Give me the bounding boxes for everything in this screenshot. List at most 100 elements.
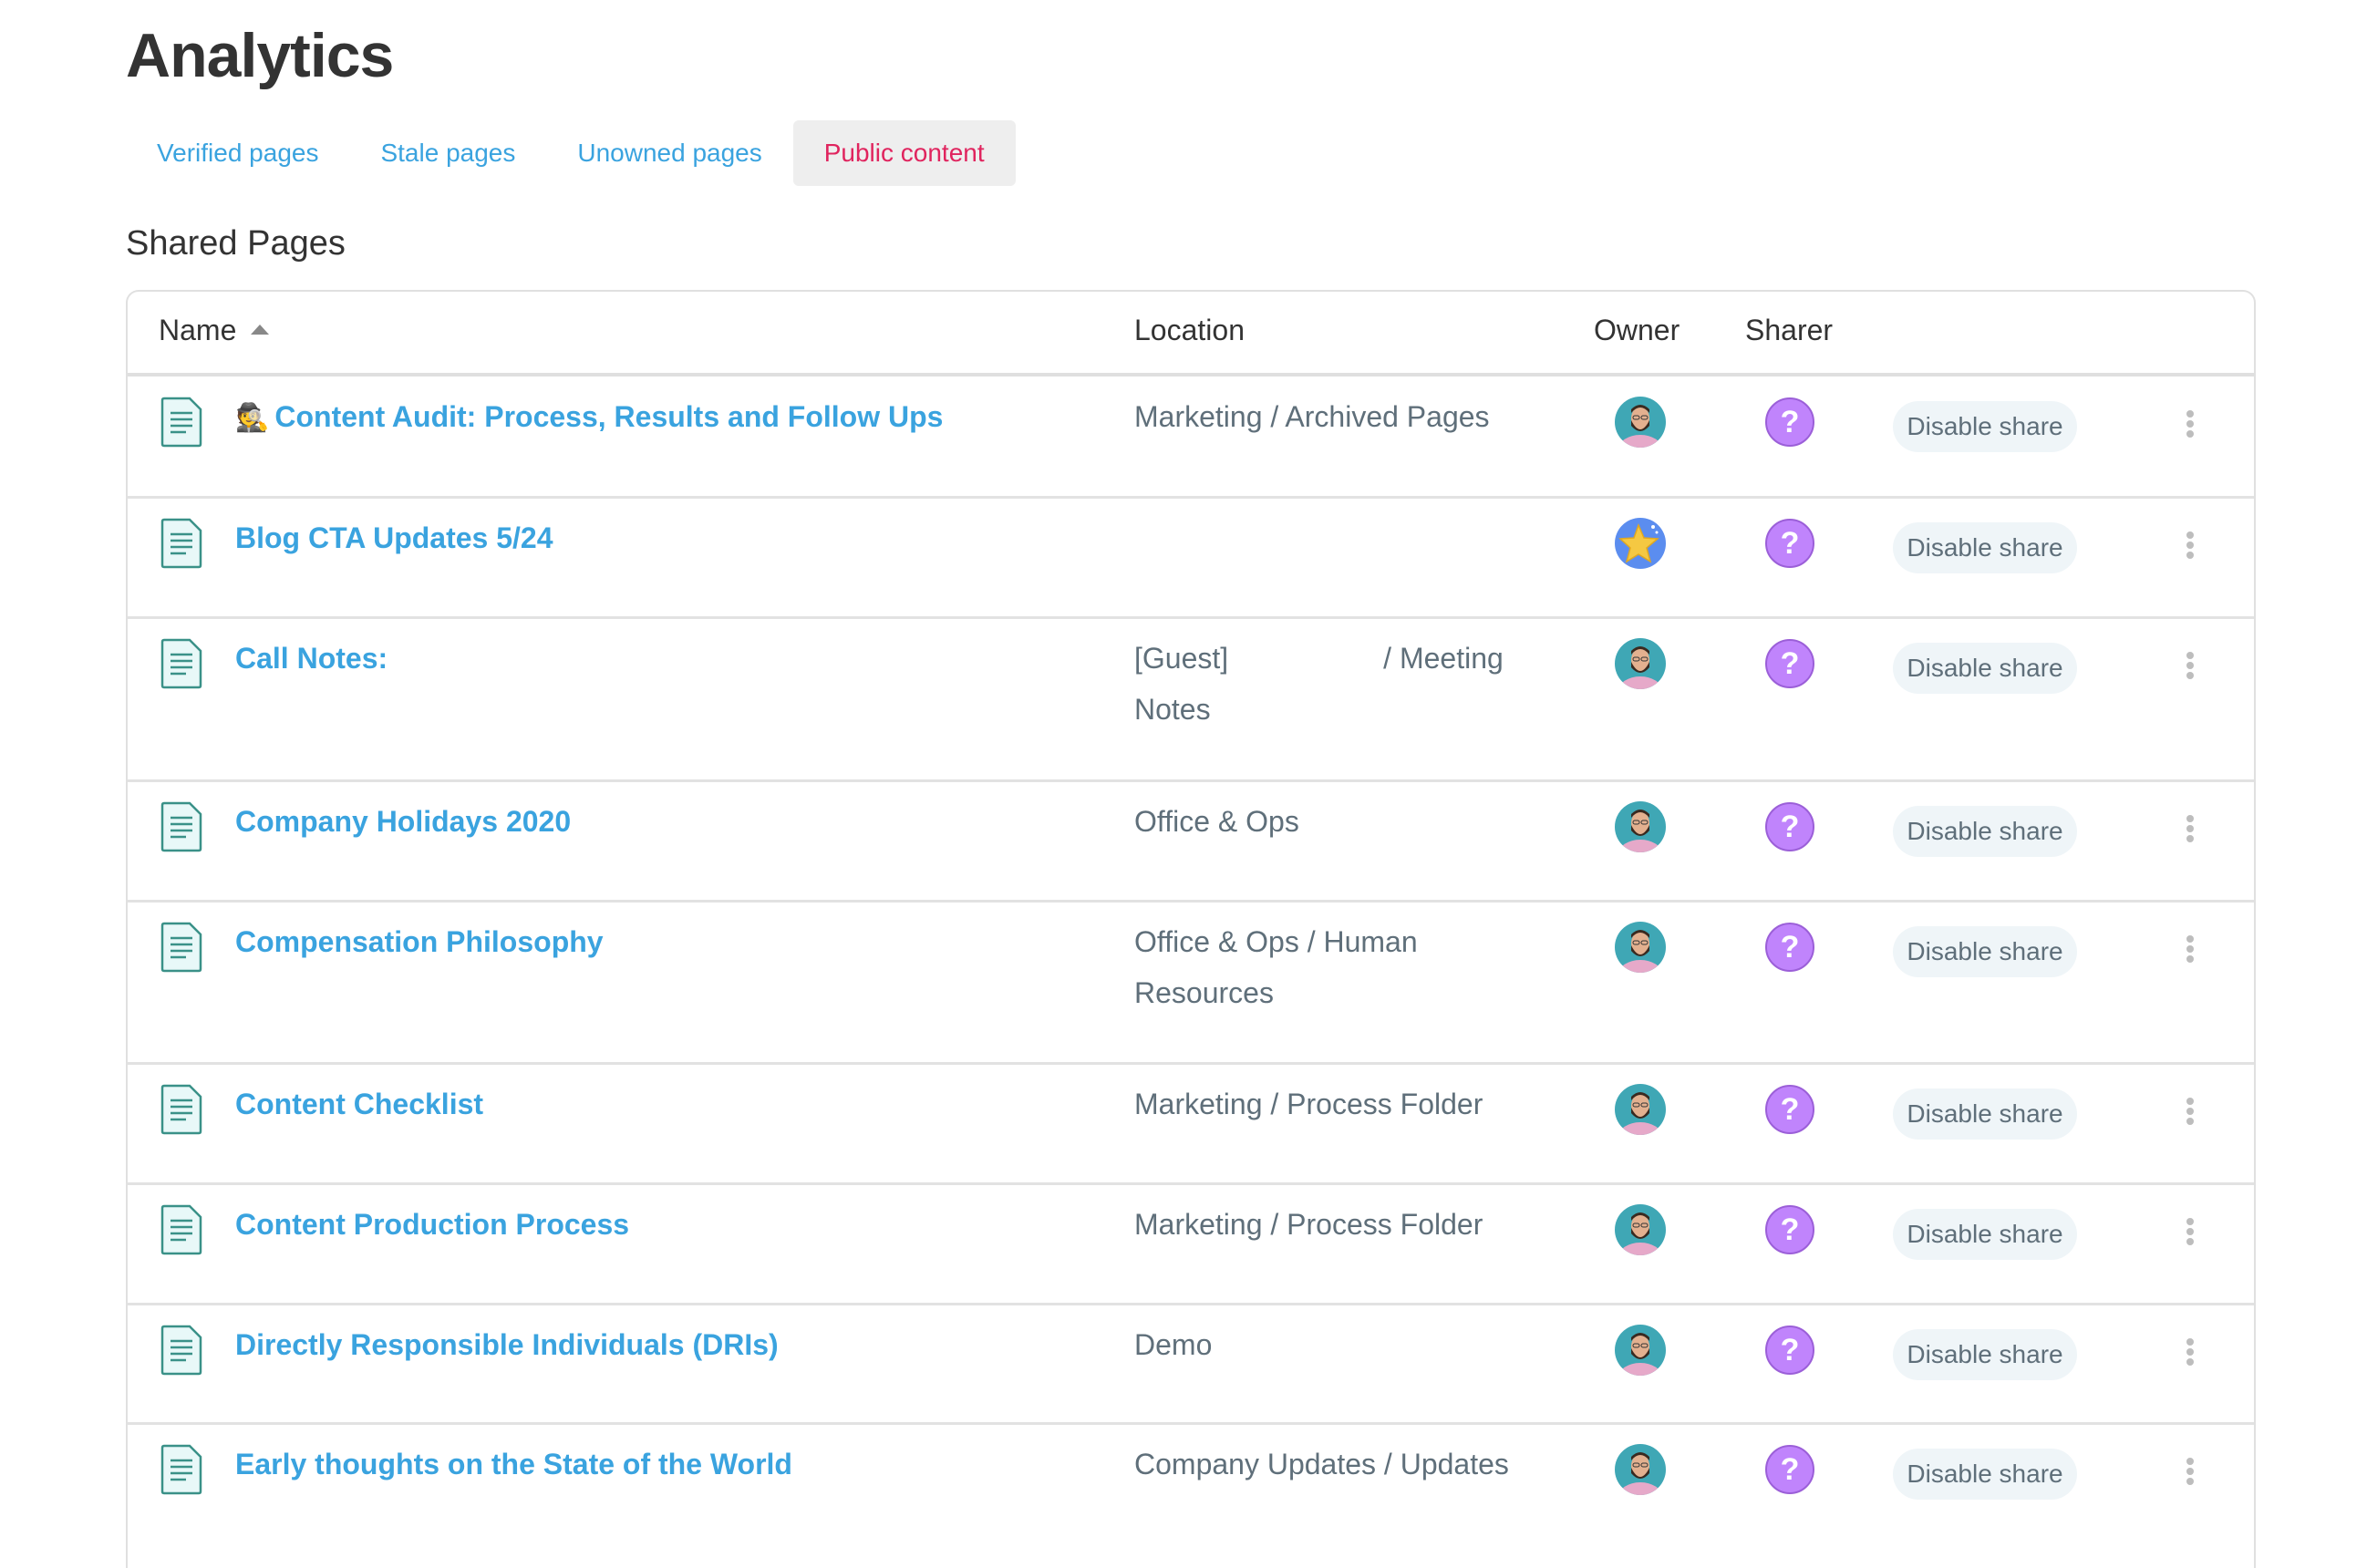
page-name: Content Audit: Process, Results and Foll…	[274, 400, 944, 433]
owner-avatar[interactable]	[1615, 1325, 1666, 1376]
svg-text:?: ?	[1781, 1452, 1800, 1487]
svg-text:?: ?	[1781, 810, 1800, 844]
document-icon	[160, 518, 202, 569]
page-link[interactable]: Blog CTA Updates 5/24	[235, 521, 553, 555]
more-options-kebab-icon[interactable]	[2179, 1455, 2201, 1491]
unknown-sharer-question-icon: ?	[1764, 397, 1815, 448]
page-name: Compensation Philosophy	[235, 925, 604, 958]
analytics-tabs: Verified pages Stale pages Unowned pages…	[126, 120, 1016, 186]
table-row: Directly Responsible Individuals (DRIs) D…	[128, 1303, 2254, 1425]
column-header-name[interactable]: Name	[159, 314, 270, 347]
disable-share-button[interactable]: Disable share	[1893, 806, 2077, 857]
unknown-sharer-question-icon: ?	[1764, 801, 1815, 852]
location-part: [Guest]	[1134, 642, 1229, 675]
tab-verified-pages[interactable]: Verified pages	[126, 120, 349, 186]
shared-pages-table: Name Location Owner Sharer 🕵️ Content Aud…	[126, 290, 2256, 1568]
table-row: Blog CTA Updates 5/24? Disable share	[128, 496, 2254, 619]
location-cell: Demo	[1134, 1328, 1213, 1361]
svg-text:?: ?	[1781, 646, 1800, 681]
disable-share-button[interactable]: Disable share	[1893, 522, 2077, 573]
column-header-owner[interactable]: Owner	[1594, 314, 1680, 347]
column-header-location[interactable]: Location	[1134, 314, 1245, 347]
svg-text:?: ?	[1781, 930, 1800, 965]
document-icon	[160, 1204, 202, 1255]
document-icon	[160, 801, 202, 852]
page-name: Call Notes:	[235, 642, 388, 675]
page-link[interactable]: Content Checklist	[235, 1088, 483, 1121]
document-icon	[160, 638, 202, 689]
location-cell: Company Updates / Updates	[1134, 1448, 1509, 1480]
svg-text:?: ?	[1781, 405, 1800, 439]
more-options-kebab-icon[interactable]	[2179, 933, 2201, 969]
table-row: Content Production Process Marketing / Pr…	[128, 1182, 2254, 1305]
disable-share-button[interactable]: Disable share	[1893, 1329, 2077, 1380]
page-link[interactable]: Content Production Process	[235, 1208, 629, 1242]
more-options-kebab-icon[interactable]	[2179, 529, 2201, 565]
unknown-sharer-question-icon: ?	[1764, 1444, 1815, 1495]
unknown-sharer-question-icon: ?	[1764, 518, 1815, 569]
document-icon	[160, 1325, 202, 1376]
unknown-sharer-question-icon: ?	[1764, 1325, 1815, 1376]
location-cell: Office & Ops	[1134, 805, 1299, 838]
unknown-sharer-question-icon: ?	[1764, 1204, 1815, 1255]
page-link[interactable]: Early thoughts on the State of the World	[235, 1448, 792, 1481]
more-options-kebab-icon[interactable]	[2179, 649, 2201, 686]
page-name: Early thoughts on the State of the World	[235, 1448, 792, 1480]
owner-avatar[interactable]	[1615, 922, 1666, 973]
more-options-kebab-icon[interactable]	[2179, 407, 2201, 444]
table-row: Compensation Philosophy Office & Ops / Hu…	[128, 900, 2254, 1065]
owner-avatar[interactable]	[1615, 518, 1666, 569]
owner-avatar[interactable]	[1615, 397, 1666, 448]
owner-avatar[interactable]	[1615, 1204, 1666, 1255]
tab-unowned-pages[interactable]: Unowned pages	[546, 120, 792, 186]
unknown-sharer-question-icon: ?	[1764, 638, 1815, 689]
table-header: Name Location Owner Sharer	[128, 292, 2254, 377]
disable-share-button[interactable]: Disable share	[1893, 1088, 2077, 1140]
document-icon	[160, 1084, 202, 1135]
table-row: Company Holidays 2020 Office & Ops? Disabl…	[128, 779, 2254, 903]
svg-text:?: ?	[1781, 1092, 1800, 1127]
tab-public-content[interactable]: Public content	[792, 120, 1016, 186]
disable-share-button[interactable]: Disable share	[1893, 1209, 2077, 1260]
table-row: Content Checklist Marketing / Process Fol…	[128, 1062, 2254, 1185]
more-options-kebab-icon[interactable]	[2179, 1095, 2201, 1131]
column-header-name-label: Name	[159, 314, 237, 346]
page-link[interactable]: Company Holidays 2020	[235, 805, 571, 839]
location-cell: Marketing / Archived Pages	[1134, 400, 1490, 433]
page-name: Directly Responsible Individuals (DRIs)	[235, 1328, 779, 1361]
page-name: Content Production Process	[235, 1208, 630, 1241]
more-options-kebab-icon[interactable]	[2179, 1336, 2201, 1372]
page-link[interactable]: Call Notes:	[235, 642, 388, 676]
disable-share-button[interactable]: Disable share	[1893, 643, 2077, 694]
page-title: Analytics	[126, 21, 394, 90]
section-title: Shared Pages	[126, 224, 346, 263]
page-link[interactable]: Directly Responsible Individuals (DRIs)	[235, 1328, 779, 1362]
location-cell: Marketing / Process Folder	[1134, 1088, 1483, 1120]
svg-text:?: ?	[1781, 526, 1800, 561]
owner-avatar[interactable]	[1615, 1444, 1666, 1495]
disable-share-button[interactable]: Disable share	[1893, 401, 2077, 452]
owner-avatar[interactable]	[1615, 801, 1666, 852]
column-header-sharer[interactable]: Sharer	[1745, 314, 1833, 347]
more-options-kebab-icon[interactable]	[2179, 812, 2201, 849]
owner-avatar[interactable]	[1615, 638, 1666, 689]
svg-text:?: ?	[1781, 1333, 1800, 1367]
more-options-kebab-icon[interactable]	[2179, 1215, 2201, 1252]
disable-share-button[interactable]: Disable share	[1893, 1449, 2077, 1500]
document-icon	[160, 1444, 202, 1495]
owner-avatar[interactable]	[1615, 1084, 1666, 1135]
page-name: Company Holidays 2020	[235, 805, 572, 838]
table-row: 🕵️ Content Audit: Process, Results and Fo…	[128, 375, 2254, 499]
page-name: Content Checklist	[235, 1088, 484, 1120]
unknown-sharer-question-icon: ?	[1764, 922, 1815, 973]
disable-share-button[interactable]: Disable share	[1893, 926, 2077, 977]
location-cell: Marketing / Process Folder	[1134, 1208, 1483, 1241]
page-name: Blog CTA Updates 5/24	[235, 521, 553, 554]
sort-ascending-icon[interactable]	[251, 325, 270, 335]
page-link[interactable]: Compensation Philosophy	[235, 925, 604, 959]
document-icon	[160, 397, 202, 448]
page-link[interactable]: 🕵️ Content Audit: Process, Results and Fo…	[235, 400, 943, 434]
table-row: Early thoughts on the State of the World…	[128, 1422, 2254, 1568]
location-cell: Office & Ops / Human Resources	[1134, 925, 1418, 1009]
tab-stale-pages[interactable]: Stale pages	[349, 120, 546, 186]
